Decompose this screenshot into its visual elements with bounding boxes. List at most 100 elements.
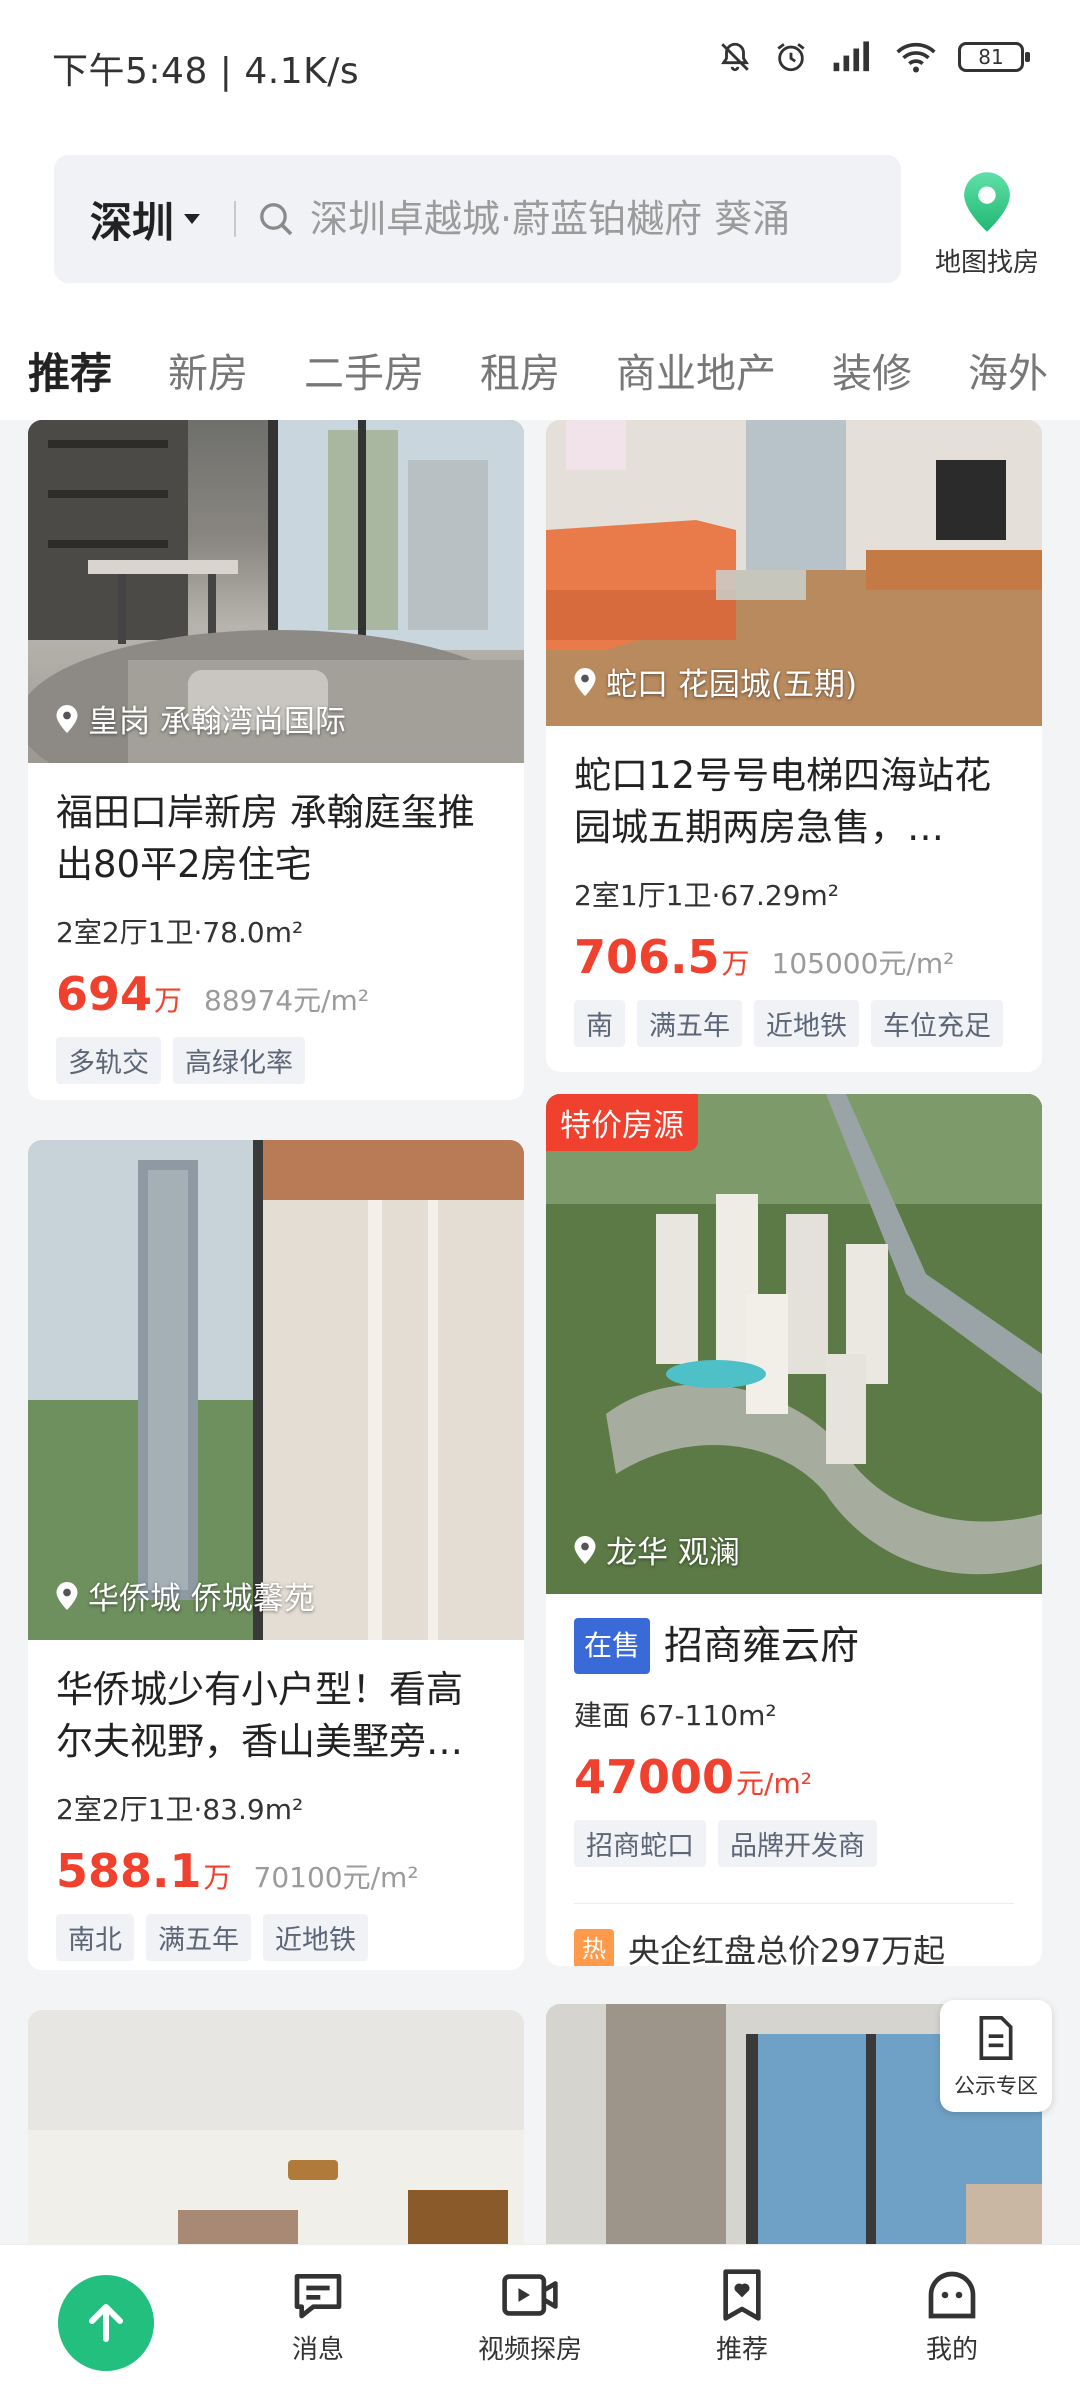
listing-card[interactable]: 华侨城 侨城馨苑 华侨城少有小户型！看高尔夫视野，香山美墅旁… 2室2厅1卫·8… xyxy=(28,1140,524,1970)
hot-promo-text: 央企红盘总价297万起 xyxy=(628,1932,946,1966)
listing-spec: 2室1厅1卫·67.29m² xyxy=(574,879,840,912)
listing-tags: 南 满五年 近地铁 车位充足 xyxy=(574,1000,1014,1047)
alarm-icon xyxy=(777,43,805,72)
price-unit: 元/m² xyxy=(736,1767,812,1800)
status-time: 下午5:48 | 4.1K/s xyxy=(52,51,360,92)
price-row: 47000 元/m² xyxy=(574,1750,1014,1804)
tab-overseas[interactable]: 海外 xyxy=(968,341,1048,399)
tab-second-hand[interactable]: 二手房 xyxy=(304,341,424,399)
category-tabs: 推荐 新房 二手房 租房 商业地产 装修 海外 xyxy=(0,330,1080,410)
listing-tag: 满五年 xyxy=(637,1000,742,1047)
listing-tag: 满五年 xyxy=(146,1914,251,1961)
listing-spec: 2室2厅1卫·83.9m² xyxy=(56,1793,304,1826)
price-row: 694 万 88974元/m² xyxy=(56,967,496,1021)
nav-label: 推荐 xyxy=(715,2335,768,2365)
header: 深圳 地图找房 推荐 新房 二手房 租房 商业地产 装修 海外 xyxy=(0,130,1080,420)
tab-recommend[interactable]: 推荐 xyxy=(28,340,113,401)
search-input[interactable] xyxy=(310,197,871,241)
location-pin-icon xyxy=(56,1581,78,1610)
unit-price: 88974元/m² xyxy=(204,984,370,1017)
listing-title: 福田口岸新房 承翰庭玺推出80平2房住宅 xyxy=(56,791,475,886)
listing-price: 706.5 xyxy=(574,930,720,984)
location-text: 蛇口 花园城(五期) xyxy=(606,667,858,703)
message-icon xyxy=(294,2274,342,2319)
listing-photo: 特价房源 龙华 观澜 xyxy=(546,1094,1042,1594)
listing-tag: 南北 xyxy=(56,1914,134,1961)
tab-decoration[interactable]: 装修 xyxy=(832,341,912,399)
document-icon xyxy=(979,2016,1013,2060)
location-tag: 龙华 观澜 xyxy=(574,1527,740,1572)
sale-status-badge: 在售 xyxy=(574,1618,651,1674)
nav-label: 视频探房 xyxy=(477,2335,582,2365)
nav-label: 我的 xyxy=(925,2335,978,2365)
listing-card[interactable]: 蛇口 花园城(五期) 蛇口12号号电梯四海站花园城五期两房急售，… 2室1厅1卫… xyxy=(546,420,1042,1072)
listing-photo: 皇岗 承翰湾尚国际 xyxy=(28,420,524,763)
mute-bell-icon xyxy=(721,42,749,72)
recommend-icon xyxy=(723,2269,761,2321)
signal-icon xyxy=(833,41,869,72)
listing-tag: 近地铁 xyxy=(754,1000,859,1047)
hot-promo-row: 热 央企红盘总价297万起 xyxy=(574,1903,1014,1966)
video-icon xyxy=(502,2274,558,2316)
notice-zone-button[interactable]: 公示专区 xyxy=(940,2000,1052,2112)
listing-tag: 近地铁 xyxy=(263,1914,368,1961)
location-tag: 华侨城 侨城馨苑 xyxy=(56,1573,315,1618)
room-illustration xyxy=(28,1140,524,1640)
city-selector[interactable]: 深圳 xyxy=(90,189,201,250)
listing-tag: 高绿化率 xyxy=(173,1037,305,1084)
nav-profile[interactable]: 我的 xyxy=(872,2267,1032,2366)
nav-messages[interactable]: 消息 xyxy=(238,2267,398,2366)
listing-spec: 2室2厅1卫·78.0m² xyxy=(56,916,304,949)
listing-card[interactable]: 皇岗 承翰湾尚国际 福田口岸新房 承翰庭玺推出80平2房住宅 2室2厅1卫·78… xyxy=(28,420,524,1100)
aerial-illustration xyxy=(546,1094,1042,1594)
scroll-top-button[interactable] xyxy=(58,2275,154,2371)
location-pin-icon xyxy=(574,667,596,696)
status-icons: 81 xyxy=(718,40,1030,74)
location-tag: 蛇口 花园城(五期) xyxy=(574,659,857,704)
profile-icon xyxy=(928,2271,976,2319)
location-text: 皇岗 承翰湾尚国际 xyxy=(88,704,346,740)
map-search-label: 地图找房 xyxy=(934,248,1039,278)
status-bar: 下午5:48 | 4.1K/s 81 xyxy=(0,0,1080,130)
listing-card[interactable] xyxy=(28,2010,524,2244)
tab-commercial[interactable]: 商业地产 xyxy=(616,341,776,399)
listing-price: 47000 xyxy=(574,1750,735,1804)
listing-price: 588.1 xyxy=(56,1844,202,1898)
map-search-button[interactable]: 地图找房 xyxy=(922,170,1052,279)
search-bar[interactable]: 深圳 xyxy=(54,155,901,283)
notice-zone-label: 公示专区 xyxy=(954,2074,1038,2098)
listing-tags: 招商蛇口 品牌开发商 xyxy=(574,1820,1014,1867)
price-row: 588.1 万 70100元/m² xyxy=(56,1844,496,1898)
nav-video-tour[interactable]: 视频探房 xyxy=(450,2267,610,2366)
listing-tags: 多轨交 高绿化率 xyxy=(56,1037,496,1084)
unit-price: 105000元/m² xyxy=(771,947,955,980)
listing-tag: 招商蛇口 xyxy=(574,1820,706,1867)
listing-title: 华侨城少有小户型！看高尔夫视野，香山美墅旁… xyxy=(56,1668,463,1763)
listing-tag: 品牌开发商 xyxy=(718,1820,877,1867)
tab-new-homes[interactable]: 新房 xyxy=(168,341,248,399)
listing-title-row: 在售 招商雍云府 xyxy=(574,1618,1014,1674)
listing-title: 招商雍云府 xyxy=(664,1624,860,1669)
unit-price: 70100元/m² xyxy=(253,1861,419,1894)
map-pin-icon xyxy=(964,172,1010,232)
listing-photo: 华侨城 侨城馨苑 xyxy=(28,1140,524,1640)
caret-down-icon xyxy=(184,214,201,224)
listing-card[interactable]: 特价房源 龙华 观澜 在售 招商雍云府 建面 67-110m² 47000 元/m… xyxy=(546,1094,1042,1966)
arrow-up-icon xyxy=(89,2304,123,2342)
price-unit: 万 xyxy=(203,1861,232,1894)
price-row: 706.5 万 105000元/m² xyxy=(574,930,1014,984)
listing-tag: 多轨交 xyxy=(56,1037,161,1084)
special-offer-badge: 特价房源 xyxy=(546,1094,698,1151)
location-text: 华侨城 侨城馨苑 xyxy=(88,1581,315,1617)
listing-title: 蛇口12号号电梯四海站花园城五期两房急售，… xyxy=(574,754,992,849)
listing-photo xyxy=(28,2010,524,2244)
bottom-nav: 消息 视频探房 推荐 我的 xyxy=(0,2244,1080,2400)
listing-feed[interactable]: 皇岗 承翰湾尚国际 福田口岸新房 承翰庭玺推出80平2房住宅 2室2厅1卫·78… xyxy=(0,420,1080,2244)
listing-tags: 南北 满五年 近地铁 xyxy=(56,1914,496,1961)
listing-photo: 蛇口 花园城(五期) xyxy=(546,420,1042,726)
tab-rent[interactable]: 租房 xyxy=(480,341,560,399)
listing-price: 694 xyxy=(56,967,153,1021)
listing-tag: 车位充足 xyxy=(871,1000,1003,1047)
location-pin-icon xyxy=(574,1535,596,1564)
nav-recommend[interactable]: 推荐 xyxy=(662,2267,822,2366)
